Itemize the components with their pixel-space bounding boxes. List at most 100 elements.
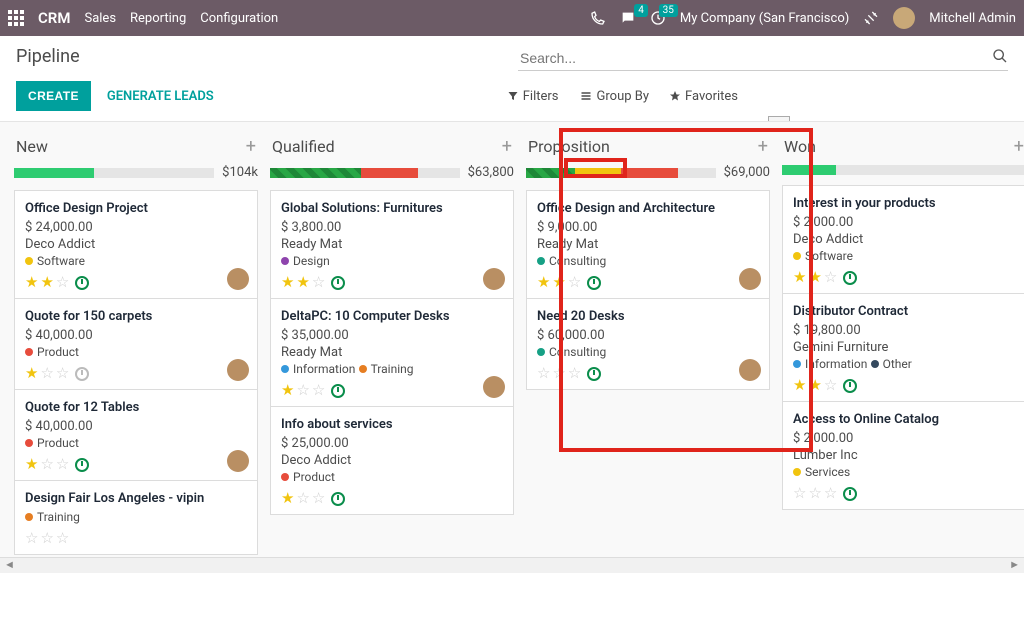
star-icon[interactable]: ★ bbox=[793, 270, 806, 285]
company-switcher[interactable]: My Company (San Francisco) bbox=[680, 11, 849, 26]
star-icon[interactable]: ☆ bbox=[824, 378, 837, 393]
activities-icon[interactable]: 35 bbox=[650, 10, 666, 26]
star-icon[interactable]: ☆ bbox=[568, 275, 581, 290]
kanban-card[interactable]: Quote for 150 carpets$ 40,000.00 Product… bbox=[14, 299, 258, 390]
activity-clock-icon[interactable] bbox=[331, 492, 345, 506]
activity-clock-icon[interactable] bbox=[331, 276, 345, 290]
star-icon[interactable]: ★ bbox=[808, 378, 821, 393]
assignee-avatar[interactable] bbox=[483, 268, 505, 290]
star-icon[interactable]: ☆ bbox=[312, 491, 325, 506]
star-icon[interactable]: ☆ bbox=[824, 486, 837, 501]
phone-icon[interactable] bbox=[590, 10, 606, 26]
progress-bar[interactable] bbox=[14, 168, 214, 178]
progress-bar[interactable] bbox=[270, 168, 460, 178]
activity-clock-icon[interactable] bbox=[587, 276, 601, 290]
create-button[interactable]: CREATE bbox=[16, 81, 91, 111]
search-input[interactable] bbox=[518, 46, 1008, 71]
column-add-icon[interactable]: + bbox=[502, 136, 512, 157]
apps-icon[interactable] bbox=[8, 10, 24, 26]
filters-button[interactable]: Filters bbox=[507, 89, 559, 104]
star-icon[interactable]: ★ bbox=[25, 457, 38, 472]
activity-clock-icon[interactable] bbox=[331, 384, 345, 398]
activity-clock-icon[interactable] bbox=[75, 276, 89, 290]
horizontal-scrollbar[interactable]: ◄► bbox=[0, 557, 1024, 573]
kanban-card[interactable]: Distributor Contract$ 19,800.00Gemini Fu… bbox=[782, 294, 1024, 402]
star-icon[interactable]: ★ bbox=[281, 275, 294, 290]
kanban-card[interactable]: DeltaPC: 10 Computer Desks$ 35,000.00Rea… bbox=[270, 299, 514, 407]
activity-clock-icon[interactable] bbox=[75, 458, 89, 472]
progress-bar[interactable] bbox=[526, 168, 716, 178]
card-customer: Ready Mat bbox=[281, 237, 503, 252]
star-icon[interactable]: ☆ bbox=[312, 383, 325, 398]
star-icon[interactable]: ☆ bbox=[537, 366, 550, 381]
star-icon[interactable]: ★ bbox=[552, 275, 565, 290]
kanban-card[interactable]: Info about services$ 25,000.00Deco Addic… bbox=[270, 407, 514, 515]
column-title[interactable]: Won bbox=[784, 137, 1014, 156]
column-add-icon[interactable]: + bbox=[246, 136, 256, 157]
star-icon[interactable]: ★ bbox=[281, 383, 294, 398]
star-icon[interactable]: ☆ bbox=[40, 366, 53, 381]
star-icon[interactable]: ★ bbox=[25, 275, 38, 290]
search-icon[interactable] bbox=[992, 48, 1008, 64]
activity-clock-icon[interactable] bbox=[843, 487, 857, 501]
kanban-card[interactable]: Global Solutions: Furnitures$ 3,800.00Re… bbox=[270, 190, 514, 299]
star-icon[interactable]: ☆ bbox=[793, 486, 806, 501]
assignee-avatar[interactable] bbox=[483, 376, 505, 398]
activity-clock-icon[interactable] bbox=[75, 367, 89, 381]
debug-icon[interactable] bbox=[863, 10, 879, 26]
favorites-button[interactable]: Favorites bbox=[669, 89, 738, 104]
star-icon[interactable]: ★ bbox=[296, 275, 309, 290]
star-icon[interactable]: ★ bbox=[25, 366, 38, 381]
column-add-icon[interactable]: + bbox=[758, 136, 768, 157]
kanban-card[interactable]: Access to Online Catalog$ 2,000.00Lumber… bbox=[782, 402, 1024, 510]
kanban-card[interactable]: Office Design and Architecture$ 9,000.00… bbox=[526, 190, 770, 299]
star-icon[interactable]: ☆ bbox=[312, 275, 325, 290]
user-avatar[interactable] bbox=[893, 7, 915, 29]
generate-leads-button[interactable]: GENERATE LEADS bbox=[107, 89, 214, 104]
star-icon[interactable]: ☆ bbox=[56, 366, 69, 381]
activity-clock-icon[interactable] bbox=[843, 271, 857, 285]
star-icon[interactable]: ☆ bbox=[808, 486, 821, 501]
star-icon[interactable]: ☆ bbox=[40, 531, 53, 546]
assignee-avatar[interactable] bbox=[739, 359, 761, 381]
progress-bar[interactable] bbox=[782, 165, 1024, 175]
column-title[interactable]: New bbox=[16, 137, 246, 156]
star-icon[interactable]: ★ bbox=[281, 491, 294, 506]
star-icon[interactable]: ☆ bbox=[296, 491, 309, 506]
star-icon[interactable]: ☆ bbox=[824, 270, 837, 285]
brand[interactable]: CRM bbox=[38, 9, 70, 27]
user-name[interactable]: Mitchell Admin bbox=[929, 11, 1016, 26]
star-icon[interactable]: ☆ bbox=[296, 383, 309, 398]
kanban-card[interactable]: Office Design Project$ 24,000.00Deco Add… bbox=[14, 190, 258, 299]
star-icon[interactable]: ☆ bbox=[25, 531, 38, 546]
kanban-card[interactable]: Quote for 12 Tables$ 40,000.00 Product ★… bbox=[14, 390, 258, 481]
star-icon[interactable]: ★ bbox=[793, 378, 806, 393]
star-icon[interactable]: ★ bbox=[537, 275, 550, 290]
star-icon[interactable]: ★ bbox=[40, 275, 53, 290]
kanban-card[interactable]: Interest in your products$ 2,000.00Deco … bbox=[782, 185, 1024, 294]
column-title[interactable]: Qualified bbox=[272, 137, 502, 156]
star-icon[interactable]: ☆ bbox=[56, 457, 69, 472]
star-icon[interactable]: ☆ bbox=[56, 275, 69, 290]
assignee-avatar[interactable] bbox=[227, 450, 249, 472]
star-icon[interactable]: ★ bbox=[808, 270, 821, 285]
column-title[interactable]: Proposition bbox=[528, 137, 758, 156]
assignee-avatar[interactable] bbox=[227, 268, 249, 290]
activity-clock-icon[interactable] bbox=[843, 379, 857, 393]
messages-icon[interactable]: 4 bbox=[620, 10, 636, 26]
kanban-card[interactable]: Need 20 Desks$ 60,000.00 Consulting ☆☆☆ bbox=[526, 299, 770, 390]
column-add-icon[interactable]: + bbox=[1014, 136, 1024, 157]
assignee-avatar[interactable] bbox=[739, 268, 761, 290]
star-icon[interactable]: ☆ bbox=[568, 366, 581, 381]
nav-link-reporting[interactable]: Reporting bbox=[130, 11, 186, 26]
star-icon[interactable]: ☆ bbox=[40, 457, 53, 472]
star-icon[interactable]: ☆ bbox=[552, 366, 565, 381]
kanban-card[interactable]: Design Fair Los Angeles - vipin Training… bbox=[14, 481, 258, 555]
activity-clock-icon[interactable] bbox=[587, 367, 601, 381]
groupby-button[interactable]: Group By bbox=[579, 89, 650, 104]
tag: Product bbox=[25, 345, 79, 359]
star-icon[interactable]: ☆ bbox=[56, 531, 69, 546]
assignee-avatar[interactable] bbox=[227, 359, 249, 381]
nav-link-configuration[interactable]: Configuration bbox=[200, 11, 278, 26]
nav-link-sales[interactable]: Sales bbox=[84, 11, 116, 26]
